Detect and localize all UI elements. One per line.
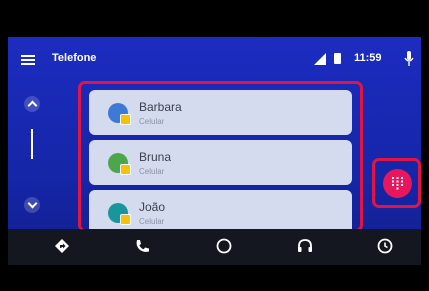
contact-item-joao[interactable]: João Celular xyxy=(89,190,352,229)
battery-icon xyxy=(334,53,341,64)
recents-icon[interactable] xyxy=(376,237,394,255)
contact-phone-type: Celular xyxy=(139,217,165,226)
avatar xyxy=(108,203,131,225)
avatar xyxy=(108,103,131,125)
dialpad-button[interactable] xyxy=(383,169,412,198)
contact-name: Barbara xyxy=(139,100,182,114)
contact-item-barbara[interactable]: Barbara Celular xyxy=(89,90,352,135)
phone-icon[interactable] xyxy=(133,237,151,255)
contact-item-bruna[interactable]: Bruna Celular xyxy=(89,140,352,185)
signal-icon xyxy=(314,53,326,65)
scroll-up-button[interactable] xyxy=(24,96,40,112)
dialpad-icon xyxy=(392,177,403,190)
clock: 11:59 xyxy=(354,52,382,64)
mic-icon[interactable] xyxy=(404,51,414,67)
contact-name: João xyxy=(139,200,166,214)
app-title: Telefone xyxy=(52,52,97,64)
contact-list: Barbara Celular Bruna Celular João Celul… xyxy=(78,81,363,232)
contact-name: Bruna xyxy=(139,150,172,164)
scroll-indicator xyxy=(31,129,33,159)
navigation-icon[interactable] xyxy=(53,237,71,255)
menu-icon[interactable] xyxy=(21,55,35,65)
bottom-nav-bar xyxy=(8,229,421,265)
dialpad-highlight xyxy=(372,158,421,208)
android-auto-screen: Telefone 11:59 Barbara Celular Bruna Cel… xyxy=(8,37,421,265)
music-icon[interactable] xyxy=(296,237,314,255)
top-bar: Telefone 11:59 xyxy=(8,37,421,81)
contact-phone-type: Celular xyxy=(139,167,165,176)
scroll-down-button[interactable] xyxy=(24,197,40,213)
avatar xyxy=(108,153,131,175)
chevron-up-icon xyxy=(27,100,38,111)
contact-phone-type: Celular xyxy=(139,117,165,126)
chevron-down-icon xyxy=(27,198,38,209)
home-icon[interactable] xyxy=(215,237,233,255)
